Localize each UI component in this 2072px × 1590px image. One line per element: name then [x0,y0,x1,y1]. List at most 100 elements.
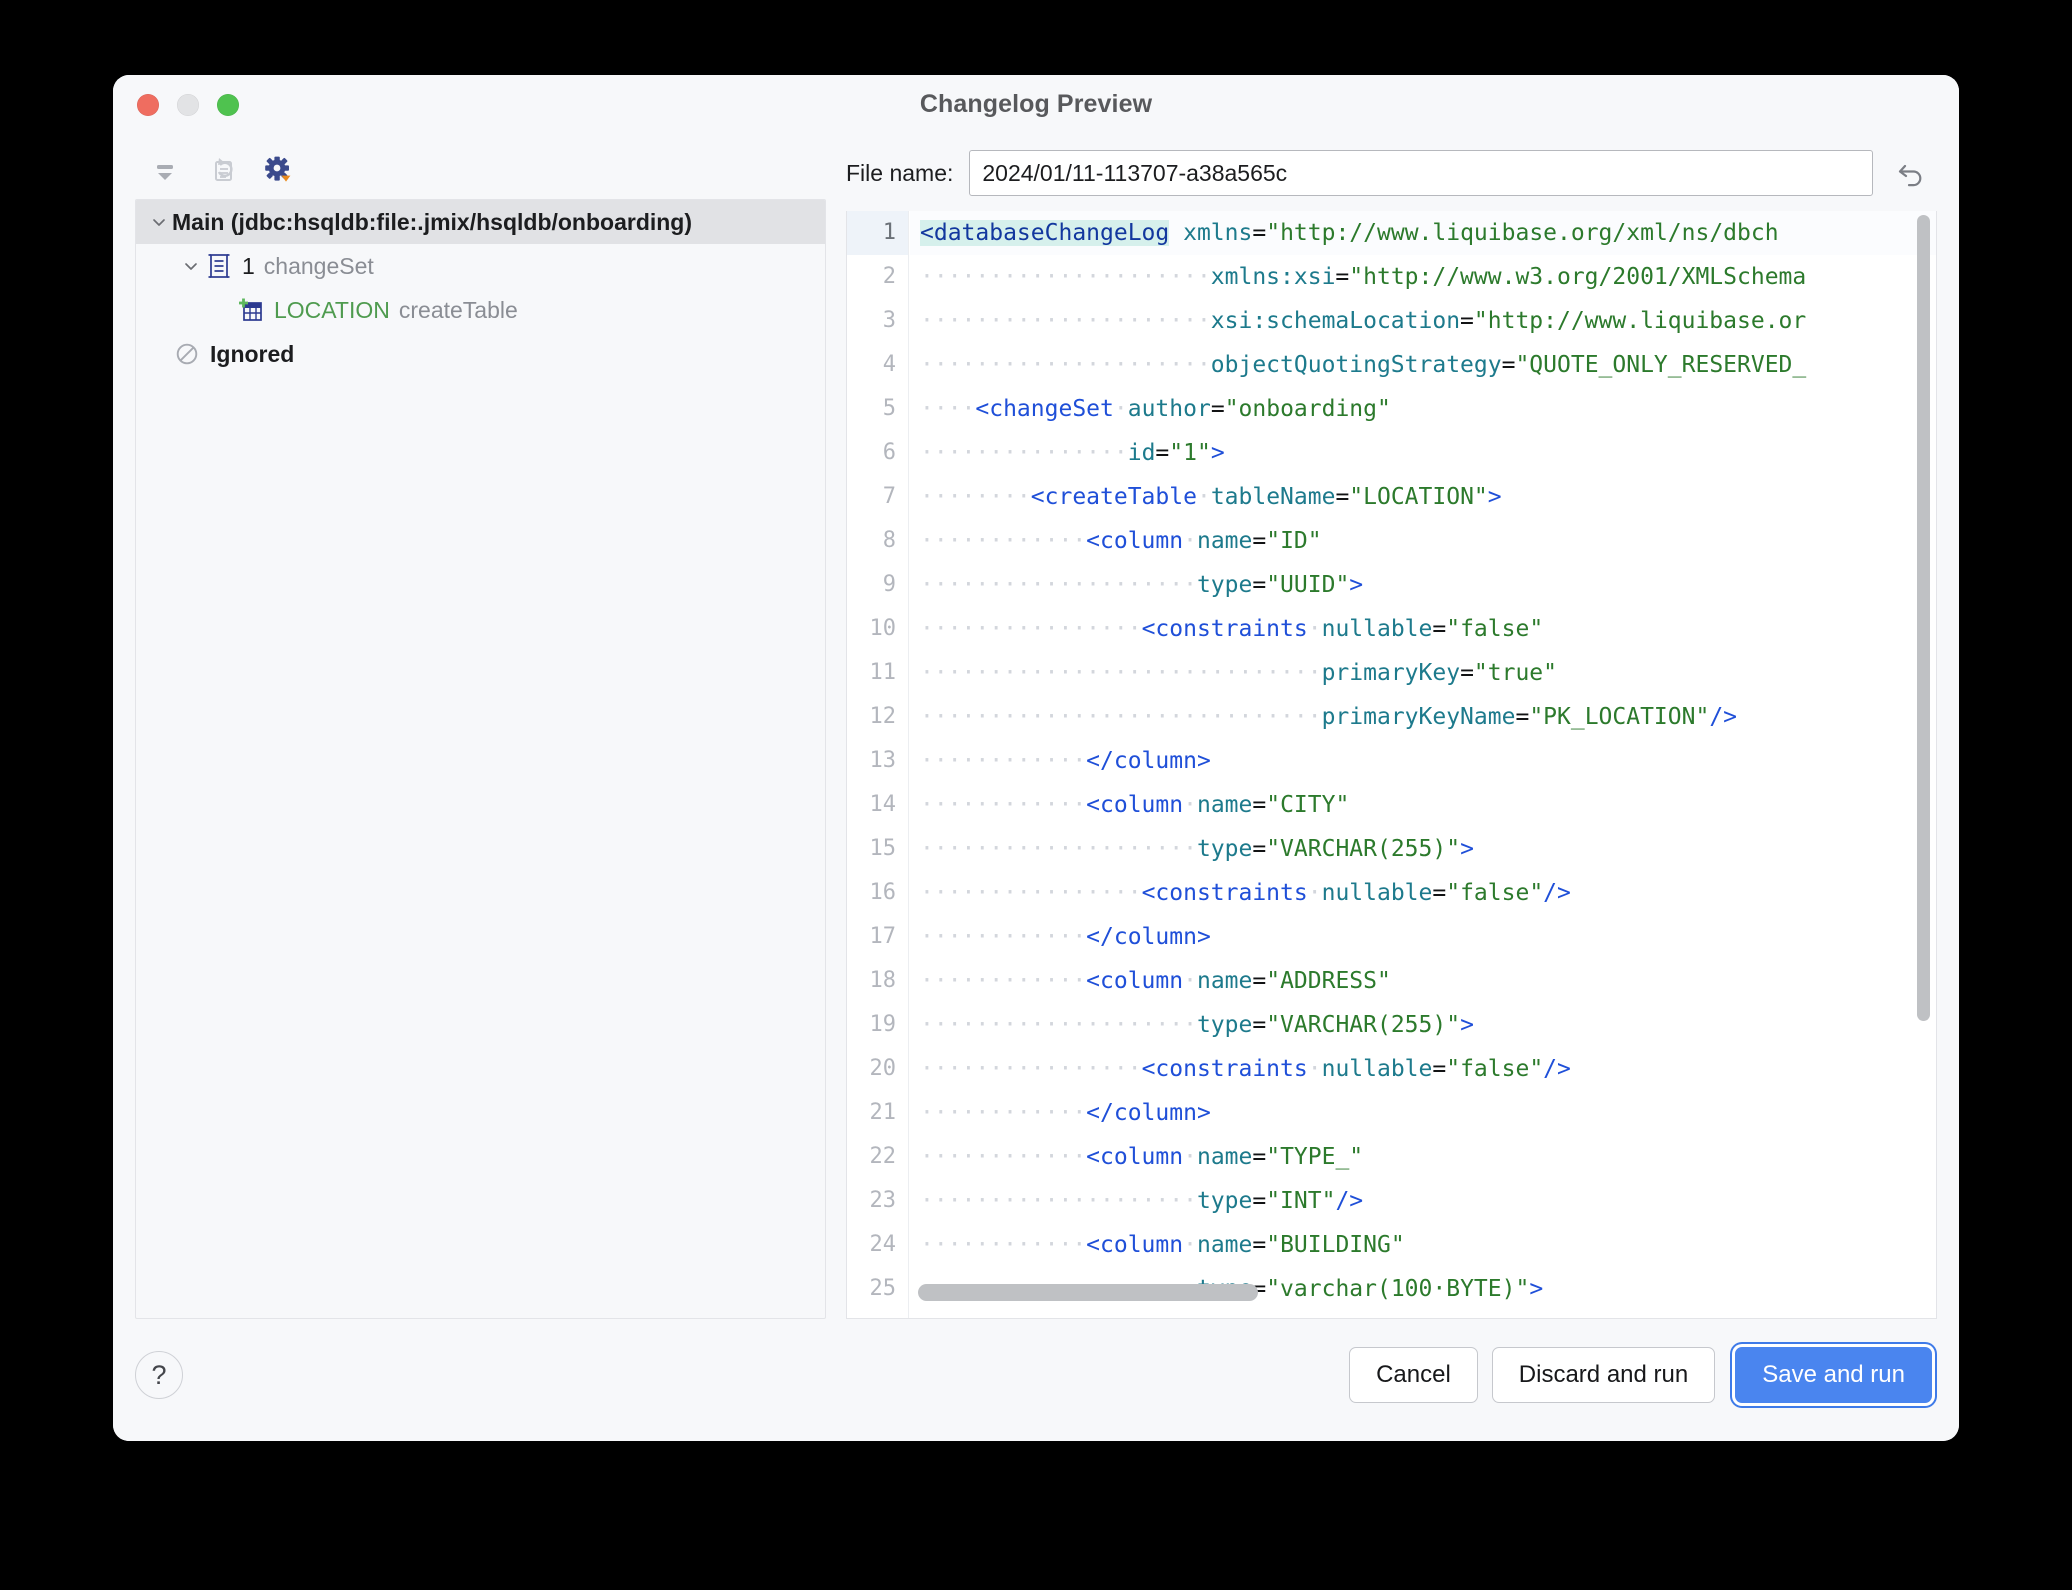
code-token-punct: = [1502,352,1516,378]
chevron-down-icon[interactable] [146,214,172,230]
code-line[interactable]: ················<constraints·nullable="f… [910,1047,1936,1091]
changelog-tree-panel: Main (jdbc:hsqldb:file:.jmix/hsqldb/onbo… [135,137,826,1319]
code-token-punct: = [1252,1144,1266,1170]
code-line[interactable]: ················<constraints·nullable="f… [910,607,1936,651]
code-token-dots: ···················· [920,1012,1197,1038]
editor-horizontal-scrollbar[interactable] [918,1284,1258,1301]
code-line[interactable]: ············<column·name="ADDRESS" [910,959,1936,1003]
code-token-punct: = [1252,1012,1266,1038]
line-number: 4 [847,343,908,387]
code-token-attr: nullable [1322,880,1433,906]
code-line[interactable]: ············</column> [910,915,1936,959]
code-token-val: "ID" [1266,528,1321,554]
line-number: 13 [847,739,908,783]
code-line[interactable]: ············<column·name="CITY" [910,783,1936,827]
file-name-label: File name: [846,160,953,187]
code-token-attr: xmlns [1183,220,1252,246]
refresh-document-icon[interactable] [205,153,239,187]
code-token-attr: nullable [1322,616,1433,642]
code-token-punct: = [1432,880,1446,906]
code-token-punct: = [1252,1188,1266,1214]
code-line[interactable]: ·····················objectQuotingStrate… [910,343,1936,387]
cancel-button[interactable]: Cancel [1349,1347,1478,1403]
code-token-val: "false" [1446,616,1543,642]
line-number: 26 [847,1311,908,1319]
code-line[interactable]: ····················type="VARCHAR(255)"> [910,1003,1936,1047]
code-line[interactable]: ············</column> [910,1091,1936,1135]
code-token-attr: name [1197,1232,1252,1258]
tree-node-location-operation: createTable [399,297,518,324]
discard-and-run-button[interactable]: Discard and run [1492,1347,1715,1403]
code-line[interactable]: ············<column·name="ID" [910,519,1936,563]
tree-node-location-createtable[interactable]: LOCATION createTable [136,288,825,332]
tree-node-changeset-label: changeSet [264,253,374,280]
code-token-dots: ········ [920,484,1031,510]
code-token-dots: · [1183,528,1197,554]
code-token-attr: author [1128,396,1211,422]
code-line[interactable]: ················<constraints·nullable="f… [910,871,1936,915]
code-line[interactable]: ·····················xsi:schemaLocation=… [910,299,1936,343]
code-line[interactable]: ····················type="VARCHAR(255)"> [910,827,1936,871]
code-line[interactable]: <databaseChangeLog xmlns="http://www.liq… [910,211,1936,255]
code-line[interactable]: ·····················xmlns:xsi="http://w… [910,255,1936,299]
code-token-punct: = [1252,968,1266,994]
code-token-val: "true" [1474,660,1557,686]
changelog-tree[interactable]: Main (jdbc:hsqldb:file:.jmix/hsqldb/onbo… [135,199,826,1319]
save-and-run-button[interactable]: Save and run [1735,1347,1932,1403]
code-token-val: "false" [1446,880,1543,906]
code-token-dots: · [1114,396,1128,422]
line-number: 22 [847,1135,908,1179]
code-line[interactable]: ············<column·name="BUILDING" [910,1223,1936,1267]
code-token-punct: = [1155,440,1169,466]
code-token-dots: · [1183,1232,1197,1258]
line-number: 2 [847,255,908,299]
code-line[interactable]: ···············id="1"> [910,431,1936,475]
code-line[interactable]: ············<column·name="TYPE_" [910,1135,1936,1179]
file-name-input[interactable] [969,150,1873,196]
editor-vertical-scrollbar[interactable] [1917,215,1930,1021]
code-token-tag: </column> [1086,1100,1211,1126]
xml-editor[interactable]: 1234567891011121314151617181920212223242… [846,211,1937,1319]
code-token-attr: name [1197,1144,1252,1170]
code-token-punct: = [1515,704,1529,730]
code-line[interactable]: ····················type="INT"/> [910,1179,1936,1223]
undo-arrow-icon[interactable] [1885,150,1937,196]
code-token-attr: primaryKey [1322,660,1460,686]
code-token-punct: = [1252,792,1266,818]
code-token-dots: · [1197,484,1211,510]
tree-node-changeset[interactable]: 1 changeSet [136,244,825,288]
editor-horizontal-scrollbar-track[interactable] [910,1284,1936,1306]
code-token-dots: ············ [920,924,1086,950]
code-line[interactable]: ····················type="UUID"> [910,563,1936,607]
code-line[interactable] [910,1311,1936,1318]
line-number: 9 [847,563,908,607]
code-content[interactable]: <databaseChangeLog xmlns="http://www.liq… [910,211,1936,1318]
gear-icon[interactable] [261,153,295,187]
tree-node-main[interactable]: Main (jdbc:hsqldb:file:.jmix/hsqldb/onbo… [136,200,825,244]
help-button[interactable]: ? [135,1351,183,1399]
code-token-attr: type [1197,1012,1252,1038]
code-token-val: "LOCATION" [1349,484,1487,510]
line-number: 11 [847,651,908,695]
changelog-preview-dialog: Changelog Preview [113,75,1959,1441]
code-token-tag: > [1488,484,1502,510]
line-number: 17 [847,915,908,959]
collapse-all-icon[interactable] [149,153,183,187]
tree-node-changeset-count: 1 [242,253,255,280]
tree-node-ignored[interactable]: Ignored [136,332,825,376]
code-token-dots: ············ [920,1100,1086,1126]
code-line[interactable]: ·····························primaryKey=… [910,651,1936,695]
code-line[interactable]: ············</column> [910,739,1936,783]
code-token-punct: = [1432,1056,1446,1082]
code-line[interactable]: ········<createTable·tableName="LOCATION… [910,475,1936,519]
code-token-dots: ····················· [920,352,1211,378]
chevron-down-icon[interactable] [178,258,204,274]
code-line[interactable]: ·····························primaryKeyN… [910,695,1936,739]
code-token-attr: type [1197,836,1252,862]
code-token-punct: = [1211,396,1225,422]
code-line[interactable]: ····<changeSet·author="onboarding" [910,387,1936,431]
code-token-tag: <constraints [1142,1056,1308,1082]
dialog-action-buttons: CancelDiscard and run Save and run [1349,1347,1937,1403]
code-token-dots: ····························· [920,704,1322,730]
code-token-punct: = [1252,1232,1266,1258]
